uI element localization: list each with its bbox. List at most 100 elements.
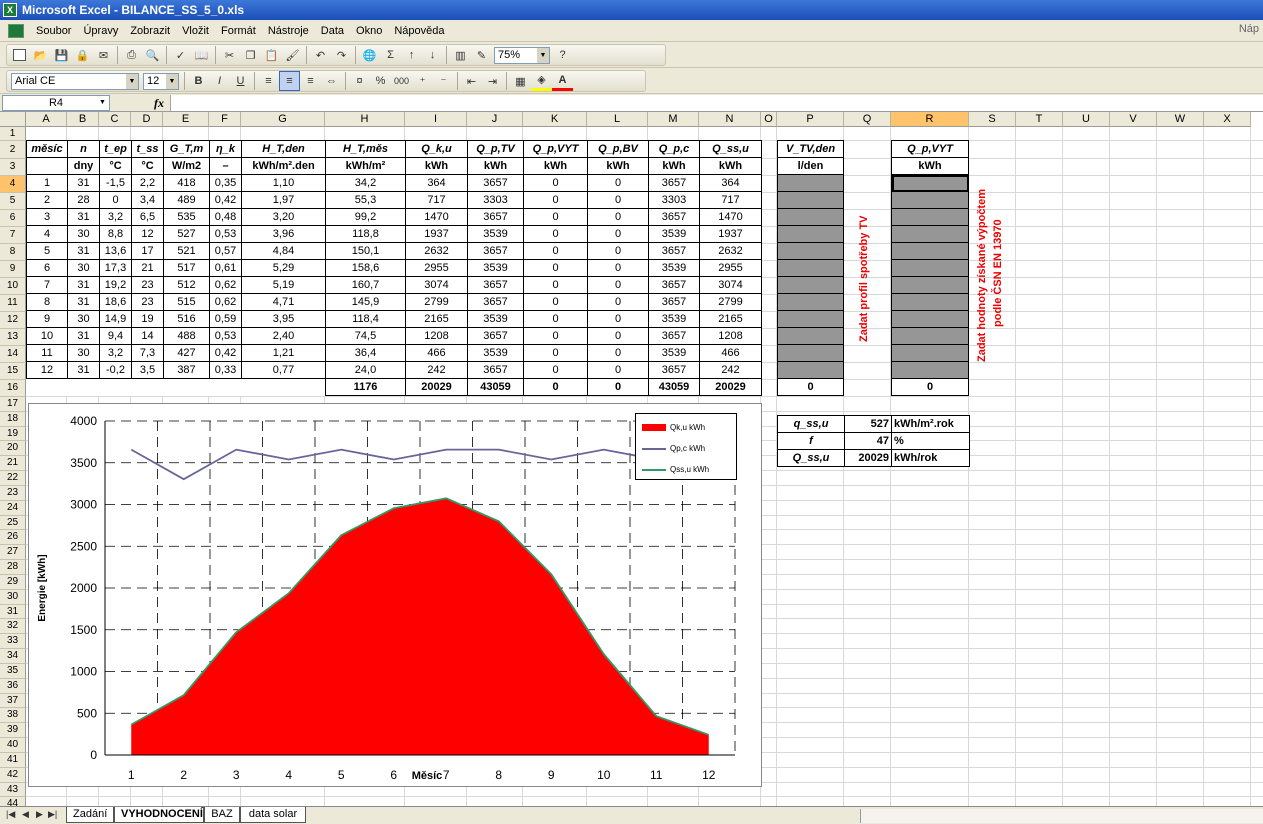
total-cell[interactable]: 20029 xyxy=(699,378,762,396)
table-cell[interactable]: Q_ss,u xyxy=(699,140,762,158)
row-header[interactable]: 11 xyxy=(0,295,26,312)
table-cell[interactable]: 8,8 xyxy=(99,225,132,243)
row-header[interactable]: 42 xyxy=(0,767,26,783)
table-cell[interactable]: 0 xyxy=(587,361,649,379)
table-cell[interactable]: měsíc xyxy=(26,140,68,158)
column-header-a[interactable]: A xyxy=(26,112,67,127)
percent-button[interactable]: % xyxy=(370,71,391,91)
row-header[interactable]: 32 xyxy=(0,619,26,635)
column-header-e[interactable]: E xyxy=(163,112,209,127)
save-icon[interactable]: 💾 xyxy=(51,45,72,65)
bold-button[interactable]: B xyxy=(188,71,209,91)
sort-descending-icon[interactable]: ↓ xyxy=(422,45,443,65)
total-cell[interactable]: 43059 xyxy=(467,378,524,396)
row-header[interactable]: 8 xyxy=(0,244,26,261)
table-cell[interactable]: kWh xyxy=(587,157,649,175)
table-cell[interactable]: 9 xyxy=(26,310,68,328)
menu-napoveda[interactable]: Nápověda xyxy=(388,21,450,41)
row-header[interactable]: 17 xyxy=(0,397,26,412)
table-cell[interactable]: kWh xyxy=(523,157,588,175)
table-cell[interactable]: 2799 xyxy=(405,293,468,311)
table-cell[interactable]: 242 xyxy=(699,361,762,379)
menu-okno[interactable]: Okno xyxy=(350,21,388,41)
table-cell[interactable]: 3539 xyxy=(467,310,524,328)
row-header[interactable]: 25 xyxy=(0,515,26,531)
table-cell[interactable]: 0 xyxy=(587,293,649,311)
table-cell[interactable]: 3539 xyxy=(648,259,700,277)
font-name-select[interactable]: Arial CE ▼ xyxy=(11,72,139,90)
table-cell[interactable]: 3657 xyxy=(467,327,524,345)
table-cell[interactable]: 0 xyxy=(587,225,649,243)
table-cell[interactable]: 12 xyxy=(131,225,164,243)
table-cell[interactable]: 387 xyxy=(163,361,210,379)
table-cell[interactable]: 31 xyxy=(67,174,100,192)
table-cell[interactable]: 0 xyxy=(523,293,588,311)
font-color-icon[interactable]: A xyxy=(552,71,573,91)
workbook-icon[interactable] xyxy=(8,23,24,38)
table-cell[interactable]: 17 xyxy=(131,242,164,260)
table-cell[interactable]: 3657 xyxy=(467,174,524,192)
table-cell[interactable]: 717 xyxy=(405,191,468,209)
row-header[interactable]: 26 xyxy=(0,530,26,546)
row-header[interactable]: 14 xyxy=(0,346,26,363)
column-header-w[interactable]: W xyxy=(1157,112,1204,127)
table-cell[interactable]: 6,5 xyxy=(131,208,164,226)
table-cell[interactable]: 11 xyxy=(26,344,68,362)
merge-center-icon[interactable]: ⇔ xyxy=(321,71,342,91)
tab-baz[interactable]: BAZ xyxy=(204,807,240,823)
table-cell[interactable]: Q_k,u xyxy=(405,140,468,158)
row-header[interactable]: 43 xyxy=(0,782,26,798)
table-cell[interactable]: 0 xyxy=(523,327,588,345)
table-cell[interactable]: 3,5 xyxy=(131,361,164,379)
table-cell[interactable]: 1470 xyxy=(699,208,762,226)
italic-button[interactable]: I xyxy=(209,71,230,91)
table-cell[interactable]: 1470 xyxy=(405,208,468,226)
table-cell[interactable]: 515 xyxy=(163,293,210,311)
table-cell[interactable]: 2799 xyxy=(699,293,762,311)
horizontal-scrollbar[interactable] xyxy=(860,809,1263,823)
table-cell[interactable]: 0,61 xyxy=(209,259,242,277)
table-cell[interactable]: 30 xyxy=(67,259,100,277)
row-header[interactable]: 38 xyxy=(0,708,26,724)
table-cell[interactable]: t_ep xyxy=(99,140,132,158)
tab-data-solar[interactable]: data solar xyxy=(240,807,306,823)
table-cell[interactable]: 23 xyxy=(131,293,164,311)
table-cell[interactable]: 13,6 xyxy=(99,242,132,260)
underline-button[interactable]: U xyxy=(230,71,251,91)
table-cell[interactable]: 36,4 xyxy=(325,344,406,362)
table-cell[interactable]: 2632 xyxy=(699,242,762,260)
column-header-o[interactable]: O xyxy=(761,112,777,127)
table-cell[interactable]: 74,5 xyxy=(325,327,406,345)
table-cell[interactable]: 0,53 xyxy=(209,327,242,345)
table-cell[interactable]: 3657 xyxy=(648,327,700,345)
table-cell[interactable]: 0 xyxy=(587,259,649,277)
table-cell[interactable]: 3657 xyxy=(648,242,700,260)
increase-decimal-icon[interactable]: ⁺ xyxy=(412,71,433,91)
table-cell[interactable]: 3074 xyxy=(699,276,762,294)
menu-zobrazit[interactable]: Zobrazit xyxy=(124,21,176,41)
sort-ascending-icon[interactable]: ↑ xyxy=(401,45,422,65)
spelling-icon[interactable]: ✓ xyxy=(170,45,191,65)
table-cell[interactable]: 31 xyxy=(67,361,100,379)
table-cell[interactable]: 0 xyxy=(99,191,132,209)
row-header[interactable]: 19 xyxy=(0,426,26,442)
table-cell[interactable]: 24,0 xyxy=(325,361,406,379)
table-cell[interactable]: 418 xyxy=(163,174,210,192)
table-cell[interactable]: 4,71 xyxy=(241,293,326,311)
table-cell[interactable]: 0 xyxy=(523,361,588,379)
table-cell[interactable]: 150,1 xyxy=(325,242,406,260)
menu-nastroje[interactable]: Nástroje xyxy=(262,21,315,41)
menu-vlozit[interactable]: Vložit xyxy=(176,21,215,41)
table-cell[interactable]: 3657 xyxy=(648,208,700,226)
table-cell[interactable]: kWh xyxy=(467,157,524,175)
row-header[interactable]: 40 xyxy=(0,738,26,753)
table-cell[interactable]: 23 xyxy=(131,276,164,294)
table-cell[interactable]: kWh/m² xyxy=(325,157,406,175)
borders-icon[interactable]: ▦ xyxy=(510,71,531,91)
table-cell[interactable]: 0 xyxy=(587,208,649,226)
total-cell[interactable]: 20029 xyxy=(405,378,468,396)
table-cell[interactable]: 3,2 xyxy=(99,344,132,362)
fill-color-icon[interactable]: ◈ xyxy=(531,71,552,91)
row-header[interactable]: 41 xyxy=(0,752,26,768)
table-cell[interactable]: 12 xyxy=(26,361,68,379)
